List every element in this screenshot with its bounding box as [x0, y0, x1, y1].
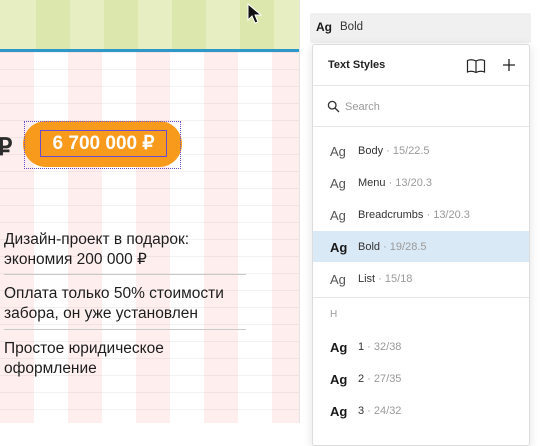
feature-text[interactable]: Дизайн-проект в подарок: экономия 200 00…: [4, 230, 254, 270]
text-style-selector[interactable]: Ag Bold: [310, 13, 531, 43]
search-icon: [327, 100, 340, 113]
style-metrics: · 13/20.3: [423, 209, 470, 221]
current-style-name: Bold: [340, 21, 364, 33]
cropped-price-fragment: ₽: [0, 134, 13, 161]
style-search-input[interactable]: [345, 98, 505, 116]
style-name: Breadcrumbs: [358, 209, 424, 221]
style-name: Bold: [358, 241, 381, 253]
style-preview-ag: Ag: [330, 404, 348, 419]
style-metrics: · 15/18: [375, 273, 413, 285]
style-preview-ag: Ag: [330, 340, 348, 355]
style-item-menu[interactable]: Ag Menu · 13/20.3: [313, 167, 529, 198]
text-styles-popup: Text Styles Ag Body · 15/22.5 Ag Menu · …: [312, 44, 530, 446]
design-panel: Ag Bold Text Styles Ag Body · 15/22.5 Ag…: [300, 0, 541, 446]
style-preview-ag: Ag: [330, 240, 348, 255]
popup-title: Text Styles: [328, 59, 386, 71]
style-metrics: · 15/22.5: [383, 145, 430, 157]
style-item-body[interactable]: Ag Body · 15/22.5: [313, 135, 529, 166]
design-canvas[interactable]: ₽ 6 700 000 ₽ Дизайн-проект в подарок: э…: [0, 0, 300, 423]
style-preview-ag: Ag: [330, 372, 348, 387]
style-item-bold[interactable]: Ag Bold · 19/28.5: [313, 231, 529, 262]
feature-text[interactable]: Оплата только 50% стоимости забора, он у…: [4, 284, 254, 324]
style-preview-ag: Ag: [316, 20, 332, 34]
price-text-layer[interactable]: 6 700 000 ₽: [40, 130, 167, 157]
style-name: Menu: [358, 177, 386, 189]
popup-divider: [313, 297, 529, 298]
style-group-heading: H: [330, 309, 338, 320]
style-item-breadcrumbs[interactable]: Ag Breadcrumbs · 13/20.3: [313, 199, 529, 230]
style-metrics: · 13/20.3: [385, 177, 433, 189]
style-metrics: · 24/32: [364, 405, 402, 417]
style-preview-ag: Ag: [330, 272, 346, 287]
style-preview-ag: Ag: [330, 208, 346, 223]
popup-divider: [313, 85, 529, 86]
style-name: List: [358, 273, 376, 285]
feature-text[interactable]: Простое юридическое оформление: [4, 339, 254, 379]
style-item-list[interactable]: Ag List · 15/18: [313, 263, 529, 294]
style-item-h3[interactable]: Ag 3 · 24/32: [313, 395, 529, 426]
style-item-h2[interactable]: Ag 2 · 27/35: [313, 363, 529, 394]
style-name: Body: [358, 145, 384, 157]
style-metrics: · 32/38: [364, 341, 402, 353]
plus-icon[interactable]: [499, 55, 519, 75]
style-metrics: · 27/35: [364, 373, 402, 385]
feature-divider: [4, 274, 246, 275]
style-item-h1[interactable]: Ag 1 · 32/38: [313, 331, 529, 362]
feature-divider: [4, 329, 246, 330]
style-preview-ag: Ag: [330, 144, 346, 159]
mouse-pointer-icon: [247, 3, 263, 24]
book-open-icon[interactable]: [466, 58, 486, 74]
style-preview-ag: Ag: [330, 176, 346, 191]
popup-divider: [313, 126, 529, 127]
style-metrics: · 19/28.5: [380, 241, 427, 253]
